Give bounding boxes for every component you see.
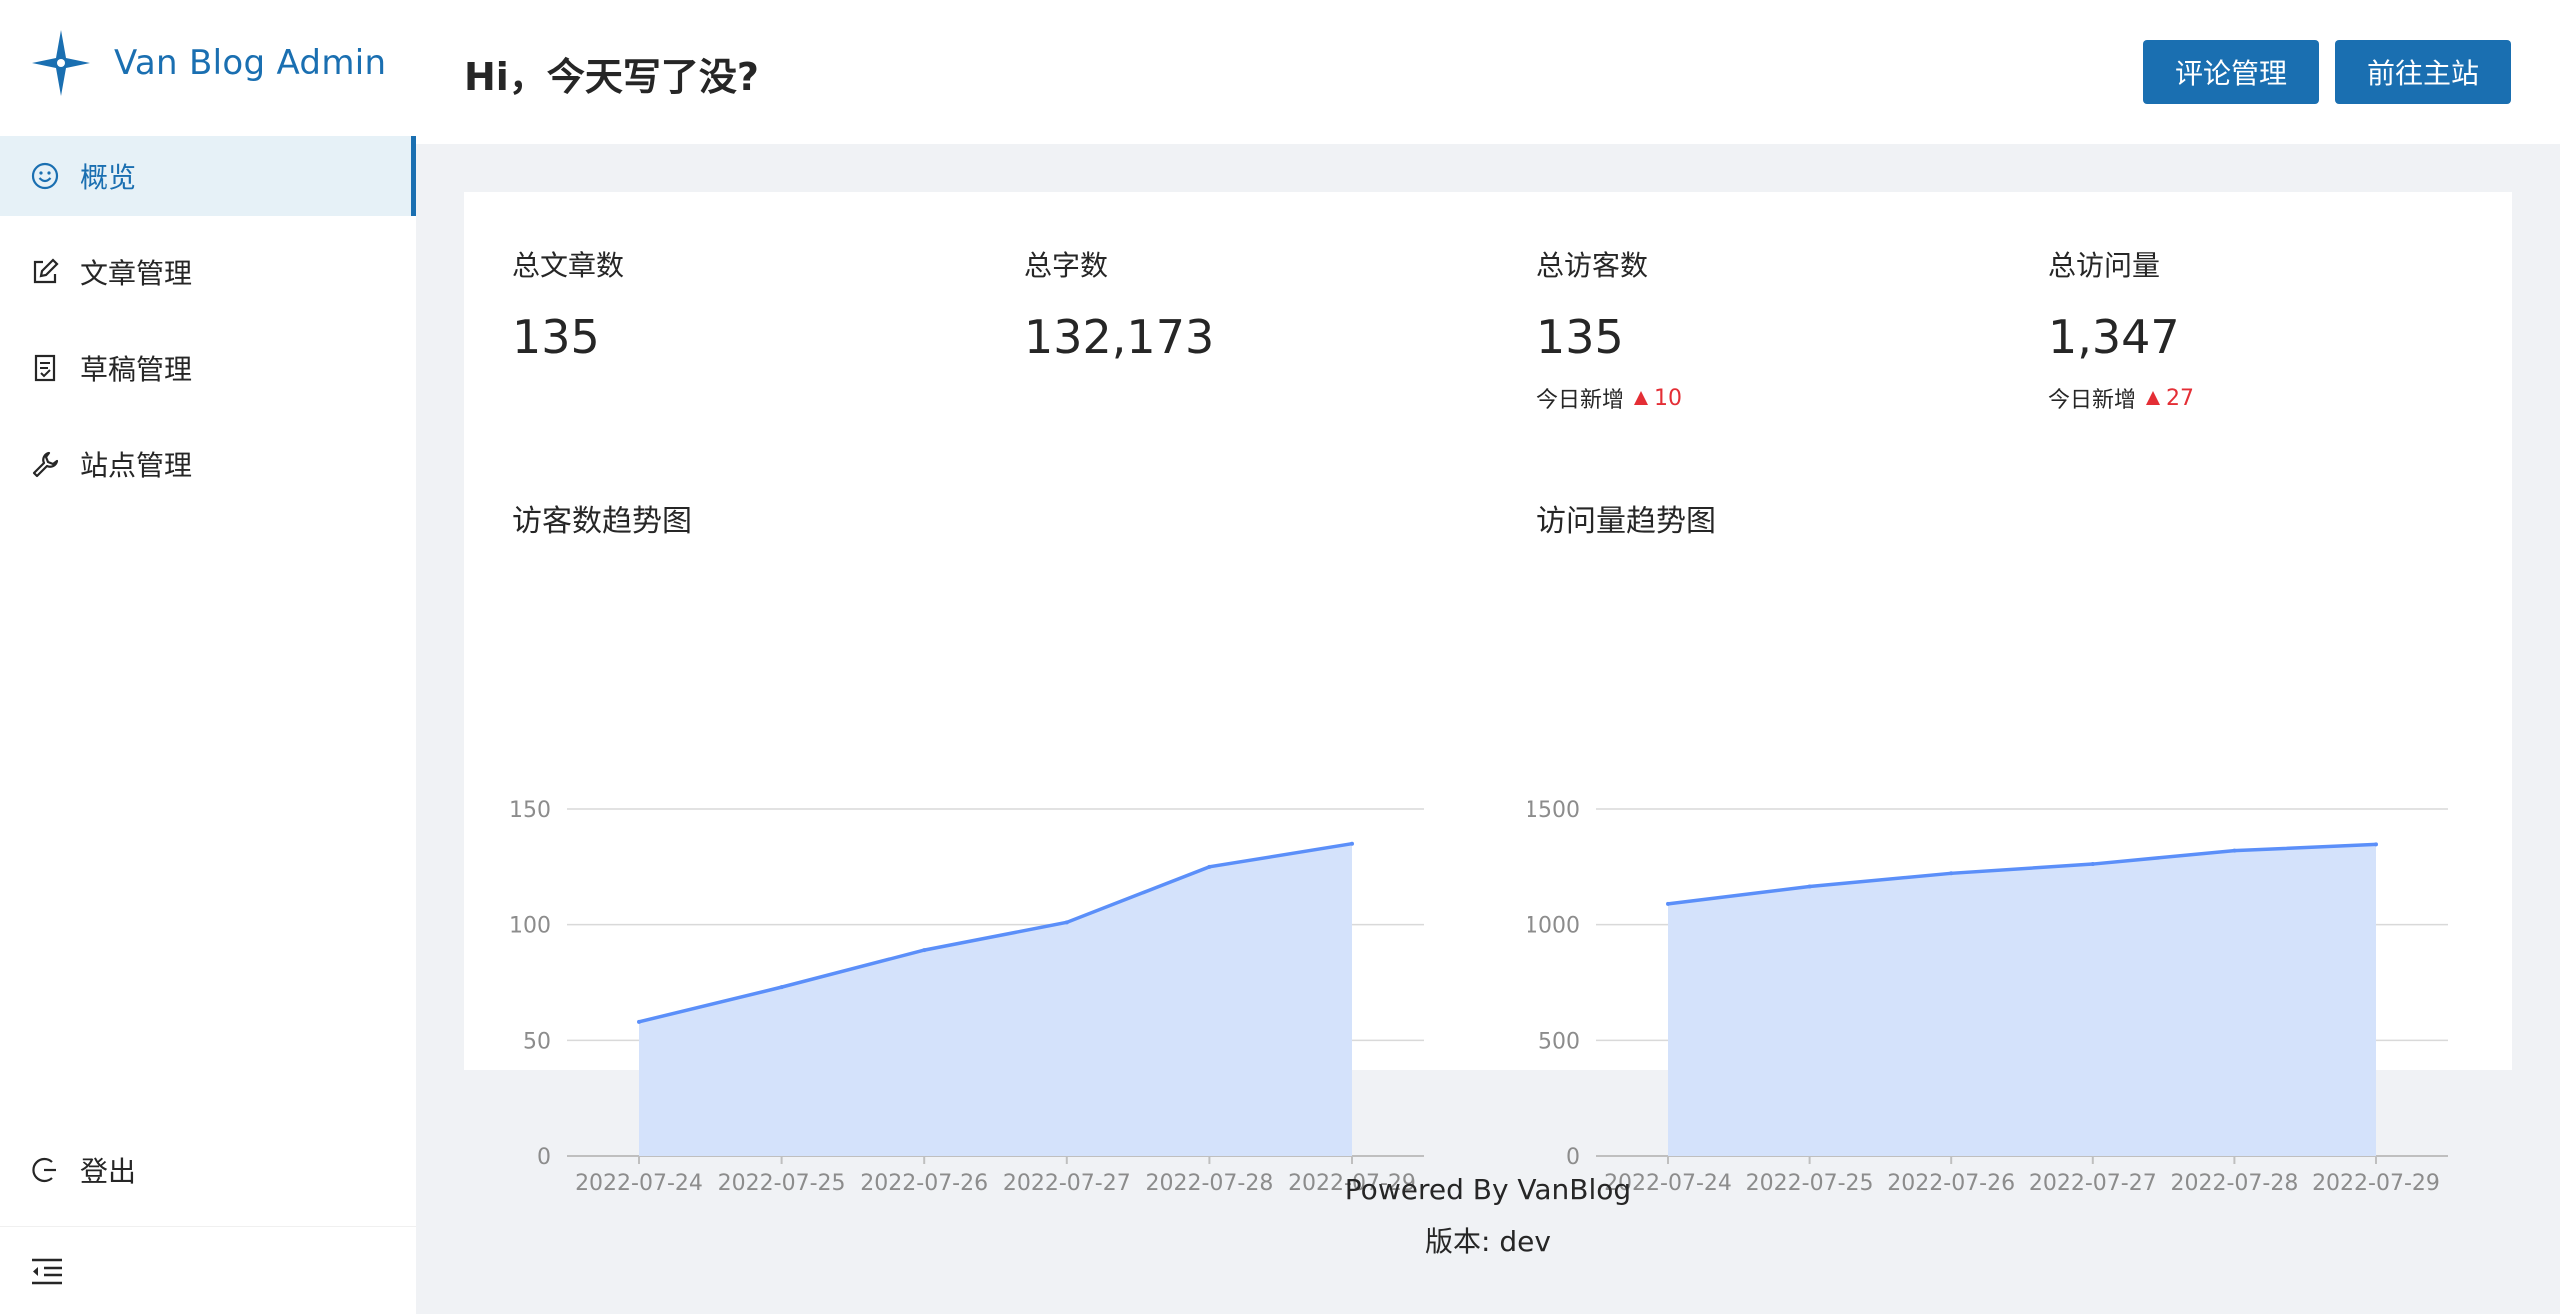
stat-value: 135 — [512, 310, 600, 364]
stat-value: 132,173 — [1024, 310, 1215, 364]
stat-increase: 10 — [1634, 386, 1682, 411]
version: 版本: dev — [1425, 1225, 1551, 1258]
visitor-chart-title: 访客数趋势图 — [512, 504, 692, 539]
sidebar-item-label: 站点管理 — [80, 449, 193, 482]
sidebar-menu: 概览 文章管理 草稿管理 站点管理 — [0, 136, 416, 520]
stat-value: 135 — [1536, 310, 1624, 364]
sidebar-item-site[interactable]: 站点管理 — [0, 424, 416, 504]
data-point — [1949, 871, 1954, 876]
sidebar-item-label: 草稿管理 — [80, 353, 193, 386]
data-point — [2374, 842, 2378, 847]
data-point — [1207, 864, 1212, 869]
edit-icon — [30, 257, 60, 287]
document-icon — [30, 353, 60, 383]
comments-button[interactable]: 评论管理 — [2143, 40, 2319, 104]
pageview-trend-chart: 0500100015002022-07-24 2022-07-25 2022-07-… — [1528, 798, 2448, 1196]
stat-today-label: 今日新增 — [1536, 388, 1625, 413]
stat-today: 今日新增 10 — [1536, 382, 2016, 414]
logout-label: 登出 — [80, 1155, 137, 1188]
pv-chart-title: 访问量趋势图 — [1536, 504, 1716, 539]
y-tick-label: 1000 — [1528, 914, 1580, 939]
y-tick-label: 100 — [509, 914, 551, 939]
visitor-trend-chart: 0501001502022-07-24 2022-07-25 2022-07-26 2… — [509, 798, 1424, 1196]
sidebar-item-articles[interactable]: 文章管理 — [0, 232, 416, 312]
stat-words: 总字数 132,173 — [1024, 244, 1504, 364]
data-point — [779, 985, 784, 990]
area-fill — [639, 843, 1352, 1156]
header: Hi，今天写了没? 评论管理 前往主站 — [416, 0, 2560, 144]
stat-value: 1,347 — [2048, 310, 2180, 364]
data-point — [1807, 884, 1812, 889]
stat-increase: 27 — [2146, 386, 2194, 411]
wrench-icon — [30, 449, 60, 479]
y-tick-label: 150 — [509, 798, 551, 823]
data-point — [2090, 862, 2095, 867]
data-point — [2232, 848, 2237, 853]
stat-label: 总访问量 — [2048, 249, 2161, 282]
logout-button[interactable]: 登出 — [0, 1130, 416, 1210]
data-point — [1064, 920, 1069, 925]
y-tick-label: 1500 — [1528, 798, 1580, 823]
stat-increase-value: 27 — [2166, 385, 2195, 411]
stat-today-label: 今日新增 — [2048, 388, 2137, 413]
stat-increase-value: 10 — [1654, 385, 1683, 411]
logo[interactable]: Van Blog Admin — [32, 30, 386, 96]
stat-articles: 总文章数 135 — [512, 244, 992, 364]
stat-label: 总字数 — [1024, 249, 1109, 282]
powered-by: Powered By VanBlog — [1344, 1173, 1632, 1206]
data-point — [922, 948, 927, 953]
stat-label: 总文章数 — [512, 249, 625, 282]
footer: Powered By VanBlog 版本: dev — [416, 1164, 2560, 1268]
logo-text: Van Blog Admin — [114, 43, 387, 83]
y-tick-label: 50 — [523, 1029, 551, 1054]
data-point — [637, 1019, 641, 1024]
page-title: Hi，今天写了没? — [464, 55, 759, 99]
smile-icon — [30, 161, 60, 191]
data-point — [1666, 901, 1670, 906]
stat-label: 总访客数 — [1536, 249, 1649, 282]
go-to-site-button[interactable]: 前往主站 — [2335, 40, 2511, 104]
logout-icon — [30, 1155, 60, 1185]
stat-visitors: 总访客数 135 今日新增 10 — [1536, 244, 2016, 414]
sidebar-item-overview[interactable]: 概览 — [0, 136, 416, 216]
sidebar-item-drafts[interactable]: 草稿管理 — [0, 328, 416, 408]
sidebar-item-label: 概览 — [80, 161, 137, 194]
sidebar: Van Blog Admin 概览 文章管理 草稿管理 站点管理 登出 — [0, 0, 416, 1314]
data-point — [1350, 841, 1354, 846]
sidebar-item-label: 文章管理 — [80, 257, 193, 290]
y-tick-label: 500 — [1538, 1029, 1580, 1054]
stat-today: 今日新增 27 — [2048, 382, 2528, 414]
caret-up-icon — [2146, 391, 2161, 405]
stat-pageviews: 总访问量 1,347 今日新增 27 — [2048, 244, 2528, 414]
caret-up-icon — [1634, 391, 1649, 405]
menu-fold-icon — [32, 1258, 62, 1284]
overview-card: 总文章数 135 总字数 132,173 总访客数 135 今日新增 10 总访… — [464, 192, 2512, 1196]
collapse-sidebar-button[interactable] — [0, 1226, 416, 1314]
star-logo-icon — [32, 30, 90, 96]
